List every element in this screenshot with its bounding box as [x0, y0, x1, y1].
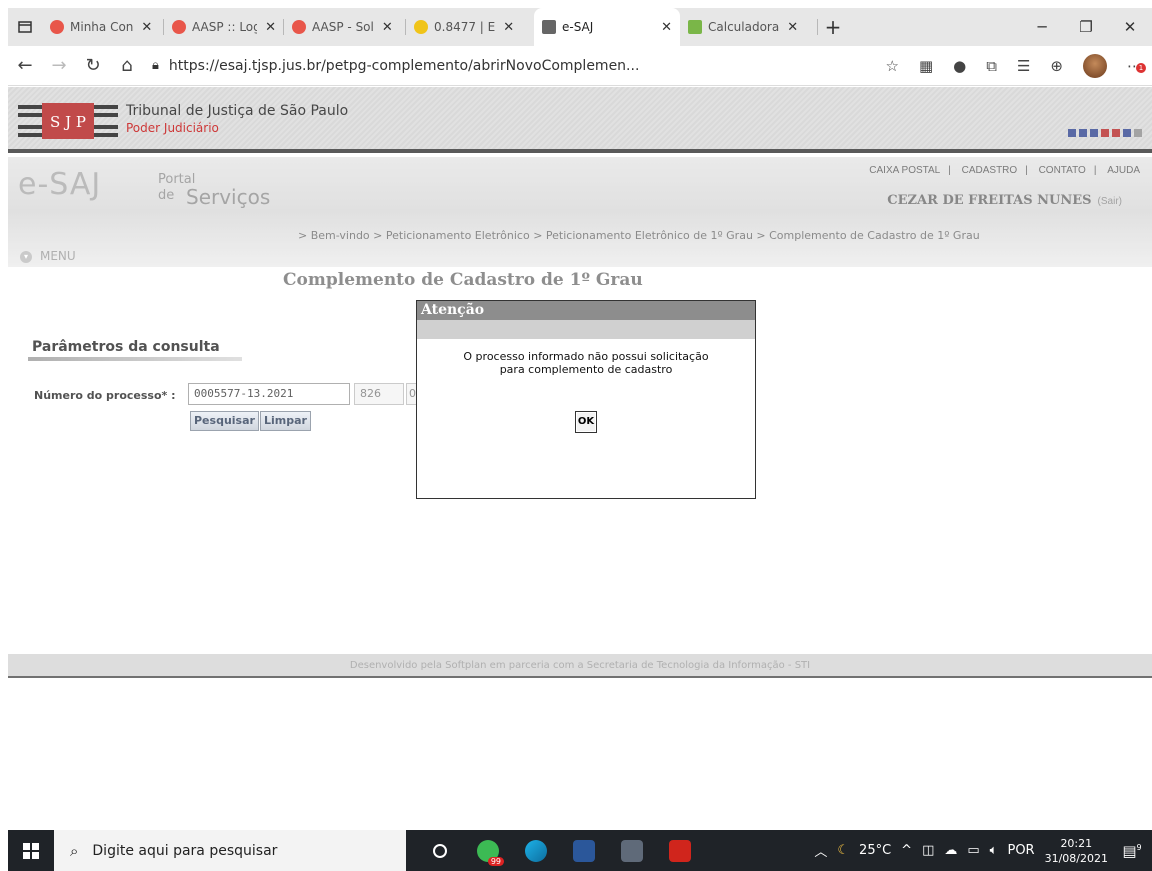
favicon-icon: [542, 20, 556, 34]
favicon-icon: [414, 20, 428, 34]
close-tab-icon[interactable]: ✕: [265, 20, 276, 35]
browser-tab-0-8477[interactable]: 0.8477 | E ✕: [406, 8, 534, 46]
notification-badge: 1: [1136, 62, 1146, 73]
windows-taskbar: ⌕ Digite aqui para pesquisar 99 ︿ ☾ 25°C…: [8, 830, 1152, 871]
date: 31/08/2021: [1044, 851, 1108, 865]
favicon-icon: [50, 20, 64, 34]
pinned-apps: 99: [416, 830, 704, 871]
close-tab-icon[interactable]: ✕: [787, 20, 798, 35]
extensions-puzzle-icon[interactable]: ⧉: [986, 57, 997, 75]
time: 20:21: [1060, 836, 1093, 850]
whatsapp-icon[interactable]: 99: [464, 830, 512, 871]
dialog-title: Atenção: [417, 301, 755, 320]
browser-tab-strip: Minha Con ✕ AASP :: Log ✕ AASP - Sol ✕ 0…: [8, 8, 1152, 46]
page-content: S J P Tribunal de Justiça de São Paulo P…: [8, 87, 1152, 830]
dialog-strip: [417, 320, 755, 339]
search-icon: ⌕: [70, 841, 79, 860]
language-indicator[interactable]: POR: [1007, 843, 1034, 858]
extension-icon[interactable]: ▦: [919, 57, 933, 75]
restore-icon[interactable]: ❐: [1064, 18, 1108, 36]
tab-title: Calculadora: [708, 20, 780, 34]
dialog-message: O processo informado não possui solicita…: [463, 350, 709, 376]
system-tray: ︿ ☾ 25°C ^ ◫ ☁ ▭ 🔈︎ POR 20:21 31/08/2021…: [814, 836, 1152, 866]
cortana-icon[interactable]: [416, 830, 464, 871]
minimize-icon[interactable]: ─: [1020, 18, 1064, 36]
meet-icon[interactable]: ◫: [922, 843, 934, 858]
whatsapp-badge: 99: [487, 857, 504, 866]
profile-avatar[interactable]: [1083, 53, 1107, 78]
collections-icon[interactable]: ⊕: [1050, 57, 1063, 75]
windows-logo-icon: [23, 842, 39, 859]
tab-title: e-SAJ: [562, 20, 594, 34]
notification-count: 9: [1136, 842, 1142, 852]
browser-toolbar: ← → ↻ ⌂ 🔒︎ https://esaj.tjsp.jus.br/petp…: [8, 46, 1152, 86]
favicon-icon: [172, 20, 186, 34]
browser-tab-aasp-login[interactable]: AASP :: Log ✕: [164, 8, 284, 46]
network-icon[interactable]: ▭: [967, 843, 979, 858]
extension-dark-icon[interactable]: ●: [953, 57, 966, 75]
back-icon[interactable]: ←: [8, 55, 42, 76]
close-window-icon[interactable]: ✕: [1108, 18, 1152, 36]
favicon-icon: [688, 20, 702, 34]
favorite-add-icon[interactable]: ☆: [886, 57, 899, 75]
browser-tab-aasp-solicitacao[interactable]: AASP - Sol ✕: [284, 8, 406, 46]
tab-title: 0.8477 | E: [434, 20, 496, 34]
onedrive-icon[interactable]: ☁: [944, 843, 957, 858]
calculator-icon[interactable]: [608, 830, 656, 871]
tray-chevron-icon[interactable]: ︿: [814, 841, 827, 860]
show-hidden-icon[interactable]: ^: [901, 843, 912, 858]
close-tab-icon[interactable]: ✕: [503, 20, 514, 35]
notification-center-icon[interactable]: ▤9: [1118, 842, 1146, 860]
start-button[interactable]: [8, 830, 54, 871]
new-tab-button[interactable]: +: [818, 15, 848, 39]
refresh-icon[interactable]: ↻: [76, 55, 110, 76]
tab-actions-icon: [18, 21, 32, 33]
temperature[interactable]: 25°C: [859, 843, 891, 858]
lock-icon: 🔒︎: [152, 58, 159, 73]
forward-icon[interactable]: →: [42, 55, 76, 76]
tab-title: AASP - Sol: [312, 20, 374, 34]
favicon-icon: [292, 20, 306, 34]
close-tab-icon[interactable]: ✕: [141, 20, 152, 35]
alert-dialog: Atenção O processo informado não possui …: [416, 300, 756, 499]
edge-icon[interactable]: [512, 830, 560, 871]
browser-tab-calculadora[interactable]: Calculadora ✕: [680, 8, 818, 46]
tab-title: AASP :: Log: [192, 20, 258, 34]
favorites-icon[interactable]: ☰: [1017, 57, 1030, 75]
address-bar[interactable]: 🔒︎ https://esaj.tjsp.jus.br/petpg-comple…: [152, 51, 692, 81]
clock[interactable]: 20:21 31/08/2021: [1045, 836, 1108, 866]
more-menu-icon[interactable]: ⋯ 1: [1127, 57, 1146, 75]
tab-title: Minha Con: [70, 20, 134, 34]
ok-button[interactable]: OK: [575, 411, 597, 433]
acrobat-icon[interactable]: [656, 830, 704, 871]
window-controls: ─ ❐ ✕: [1020, 18, 1152, 36]
toolbar-icons: ☆ ▦ ● ⧉ ☰ ⊕ ⋯ 1: [886, 53, 1152, 78]
close-tab-icon[interactable]: ✕: [382, 20, 393, 35]
weather-moon-icon: ☾: [837, 843, 850, 858]
tab-actions-button[interactable]: [8, 8, 42, 46]
word-icon[interactable]: [560, 830, 608, 871]
search-placeholder: Digite aqui para pesquisar: [92, 842, 278, 859]
browser-tab-minha-conta[interactable]: Minha Con ✕: [42, 8, 164, 46]
home-icon[interactable]: ⌂: [110, 55, 144, 76]
close-tab-icon[interactable]: ✕: [661, 20, 672, 35]
volume-icon[interactable]: 🔈︎: [990, 843, 998, 858]
url-text: https://esaj.tjsp.jus.br/petpg-complemen…: [168, 57, 640, 74]
taskbar-search-box[interactable]: ⌕ Digite aqui para pesquisar: [54, 830, 406, 871]
browser-tab-esaj[interactable]: e-SAJ ✕: [534, 8, 680, 46]
